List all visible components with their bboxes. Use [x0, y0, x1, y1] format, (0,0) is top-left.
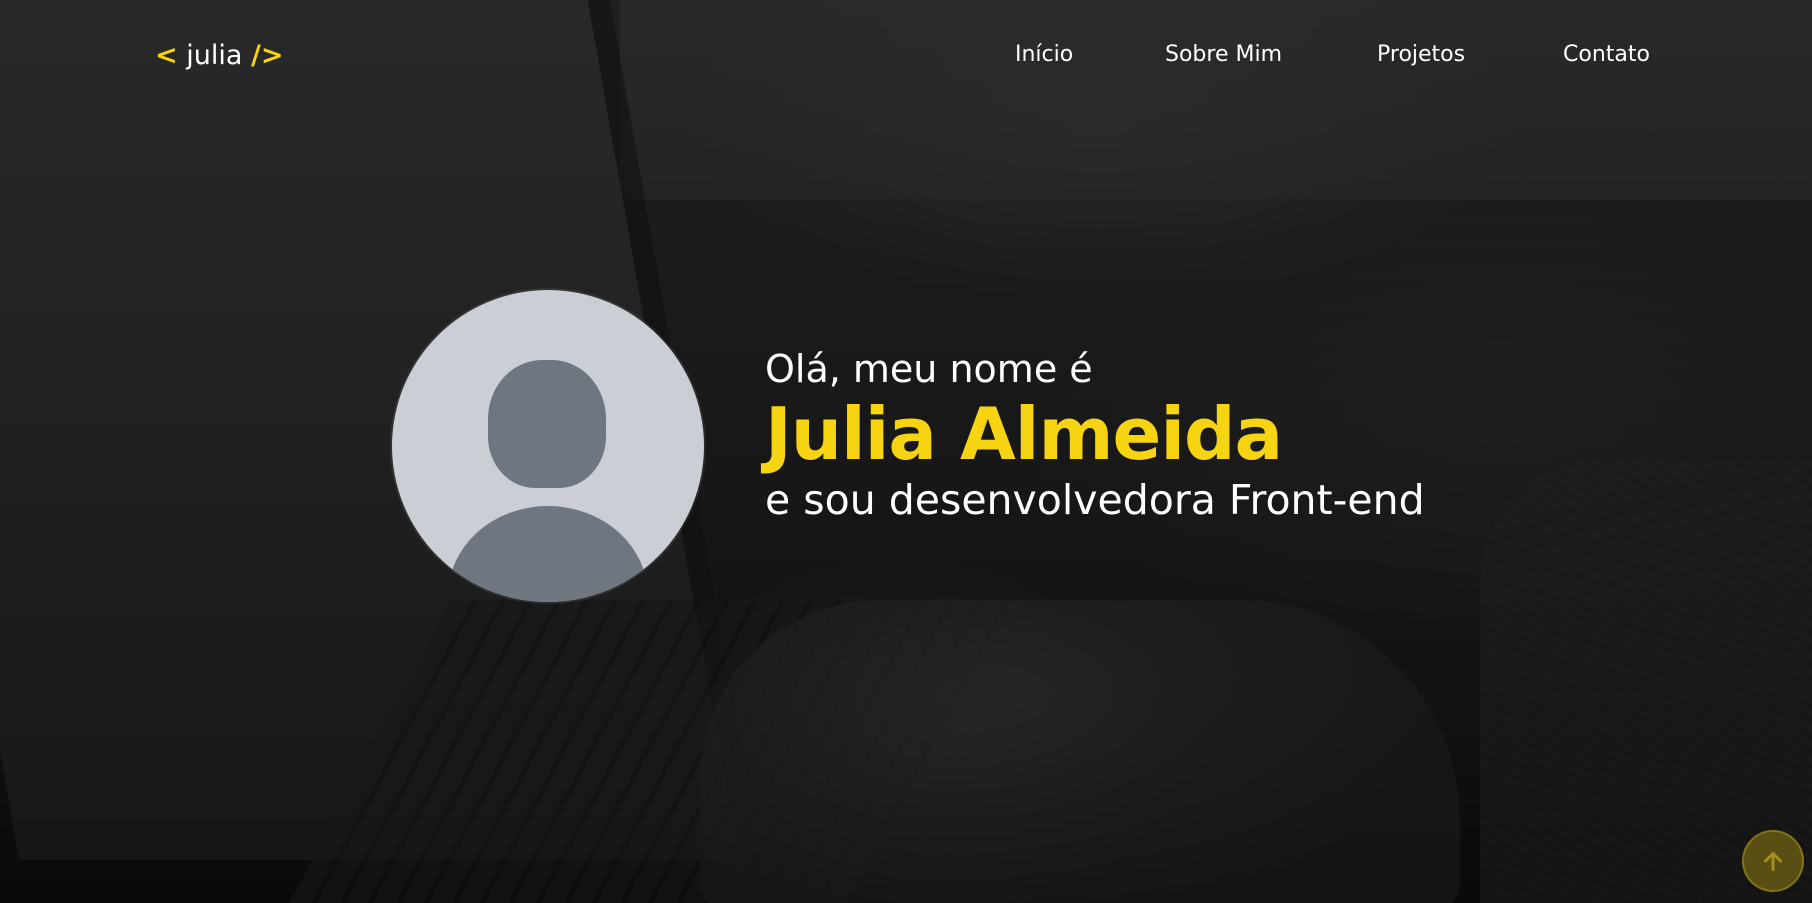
nav-item-contato[interactable]: Contato: [1563, 42, 1650, 67]
hero-role: e sou desenvolvedora Front-end: [765, 476, 1425, 524]
hero-greeting: Olá, meu nome é: [765, 347, 1093, 391]
page: < julia /> Início Sobre Mim Projetos Con…: [0, 0, 1812, 903]
arrow-up-icon: [1764, 852, 1782, 872]
avatar-head-shape: [488, 360, 606, 488]
main-nav: Início Sobre Mim Projetos Contato: [0, 42, 1812, 72]
nav-item-inicio[interactable]: Início: [1015, 42, 1073, 67]
nav-item-sobre-mim[interactable]: Sobre Mim: [1165, 42, 1282, 67]
hero-intro: Olá, meu nome é Julia Almeida e sou dese…: [765, 346, 1425, 524]
avatar-body-shape: [448, 506, 648, 602]
site-header: < julia /> Início Sobre Mim Projetos Con…: [0, 0, 1812, 110]
hero-name: Julia Almeida: [765, 392, 1283, 476]
nav-item-projetos[interactable]: Projetos: [1377, 42, 1465, 67]
avatar: [392, 290, 704, 602]
back-to-top-button[interactable]: [1742, 830, 1804, 892]
